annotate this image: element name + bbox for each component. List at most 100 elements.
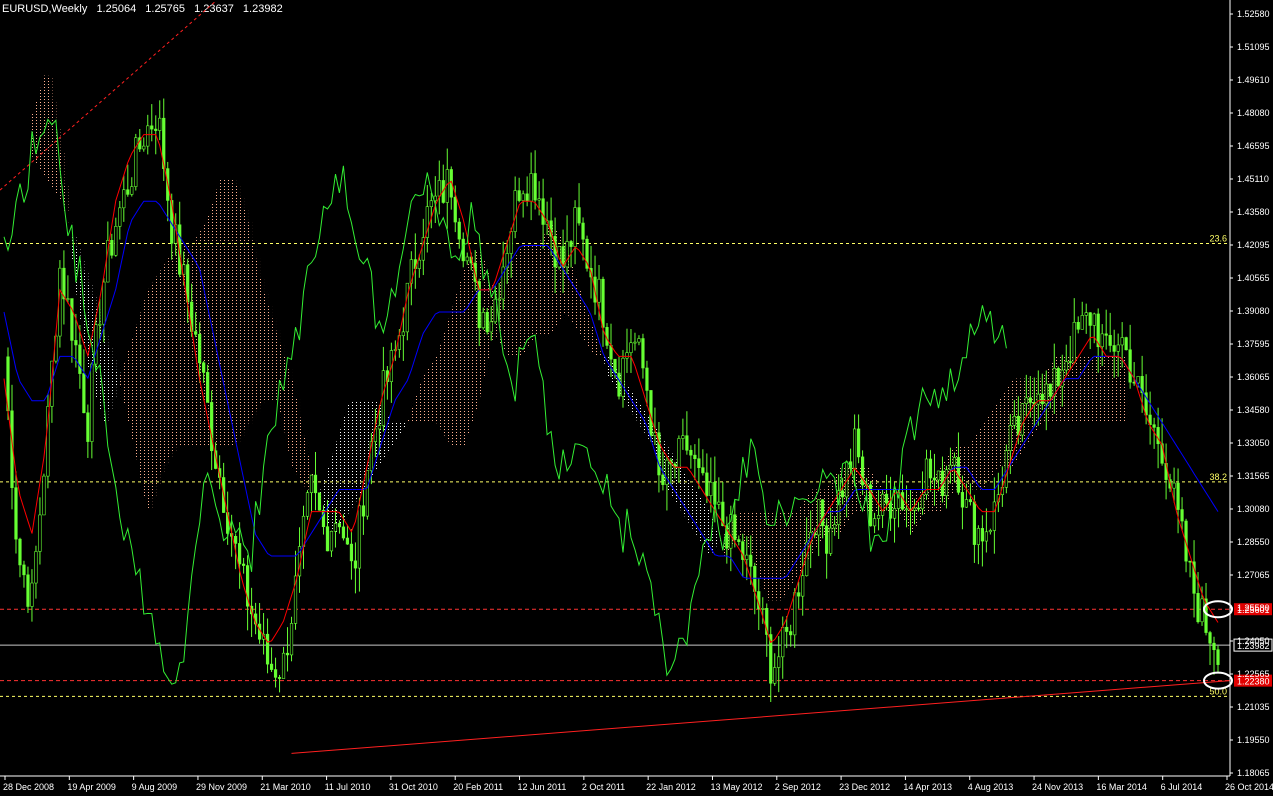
candle-body: [984, 531, 988, 542]
candle-body: [737, 539, 741, 542]
cloud-segment: [750, 511, 756, 555]
cloud-segment: [155, 276, 161, 486]
x-tick-label: 16 Mar 2014: [1096, 782, 1147, 792]
candle-body: [357, 505, 362, 569]
candle-body: [992, 501, 996, 531]
cloud-segment: [435, 355, 440, 424]
candle-body: [1084, 312, 1088, 316]
cloud-segment: [790, 511, 796, 585]
cloud-segment: [571, 265, 576, 322]
candle-body: [1036, 393, 1040, 405]
candle-body: [102, 281, 106, 325]
cloud-segment: [455, 294, 460, 446]
cloud-segment: [259, 277, 265, 405]
candle-body: [1172, 482, 1176, 489]
cloud-segment: [515, 255, 520, 357]
candle-body: [317, 492, 322, 511]
candle-body: [1028, 397, 1032, 403]
candle-body: [705, 472, 709, 496]
cloud-segment: [1106, 356, 1111, 423]
y-tick-label: 1.30080: [1237, 504, 1270, 514]
x-tick-label: 12 Jun 2011: [518, 782, 567, 792]
cloud-segment: [587, 314, 592, 347]
candle-body: [801, 575, 805, 597]
candle-body: [74, 340, 78, 346]
cloud-segment: [243, 210, 249, 430]
cloud-segment: [527, 245, 532, 348]
cloud-segment: [127, 349, 133, 423]
cloud-segment: [131, 337, 137, 441]
cloud-segment: [235, 185, 241, 442]
cloud-segment: [427, 368, 432, 423]
cloud-segment: [1078, 356, 1083, 423]
candle-body: [381, 370, 385, 426]
candle-body: [26, 574, 30, 607]
candle-body: [273, 669, 278, 678]
candle-body: [817, 499, 821, 536]
cloud-segment: [994, 404, 999, 471]
cloud-segment: [271, 318, 277, 401]
candle-body: [697, 458, 701, 468]
candle-body: [884, 493, 889, 504]
candle-body: [569, 241, 573, 247]
candle-body: [1092, 313, 1096, 326]
cloud-segment: [403, 422, 408, 428]
candle-body: [130, 186, 134, 195]
cloud-segment: [347, 404, 352, 514]
candle-body: [916, 507, 921, 510]
candle-body: [645, 367, 649, 391]
price-chart[interactable]: 23.638.250.0 1.256011.239821.223801.5258…: [0, 0, 1273, 796]
cloud-segment: [75, 247, 81, 295]
candle-body: [1064, 361, 1068, 371]
x-tick-label: 2 Sep 2012: [775, 782, 821, 792]
candle-body: [665, 459, 669, 485]
candle-body: [733, 514, 737, 540]
candle-body: [206, 372, 210, 403]
candle-body: [613, 358, 617, 374]
cloud-segment: [1098, 356, 1103, 423]
candle-body: [1068, 361, 1072, 363]
candle-body: [18, 538, 22, 566]
candle-body: [972, 501, 977, 545]
candle-body: [86, 412, 90, 442]
cloud-segment: [535, 245, 540, 336]
y-tick-label: 1.42095: [1237, 240, 1270, 250]
candle-body: [1176, 482, 1180, 510]
candle-body: [150, 125, 154, 130]
cloud-segment: [1090, 356, 1095, 423]
candle-body: [1080, 315, 1084, 330]
cloud-segment: [111, 358, 117, 399]
candle-body: [242, 563, 246, 566]
x-tick-label: 9 Aug 2009: [132, 782, 178, 792]
cloud-segment: [519, 249, 524, 357]
candle-body: [892, 508, 897, 519]
candle-body: [1152, 424, 1156, 428]
cloud-segment: [411, 407, 416, 423]
candle-body: [625, 352, 629, 359]
candle-body: [1108, 335, 1112, 346]
candle-body: [114, 226, 118, 256]
cloud-segment: [327, 466, 332, 524]
candle-body: [637, 338, 641, 343]
cloud-segment: [35, 100, 41, 163]
candle-body: [234, 536, 238, 544]
cloud-segment: [267, 306, 273, 401]
y-tick-label: 1.36065: [1237, 372, 1270, 382]
candle-body: [401, 331, 405, 336]
candle-body: [289, 623, 294, 656]
candle-body: [34, 551, 38, 584]
cloud-segment: [539, 240, 544, 335]
candle-body: [789, 631, 793, 636]
candle-body: [856, 428, 861, 458]
cloud-segment: [283, 355, 289, 433]
candle-body: [601, 278, 605, 328]
cloud-segment: [579, 289, 584, 335]
candle-body: [1100, 333, 1104, 348]
candle-body: [948, 464, 953, 471]
candle-body: [493, 298, 497, 323]
cloud-segment: [1074, 356, 1079, 423]
candle-body: [533, 173, 537, 201]
candle-body: [341, 526, 346, 539]
cloud-segment: [291, 380, 297, 468]
candle-body: [38, 514, 42, 552]
